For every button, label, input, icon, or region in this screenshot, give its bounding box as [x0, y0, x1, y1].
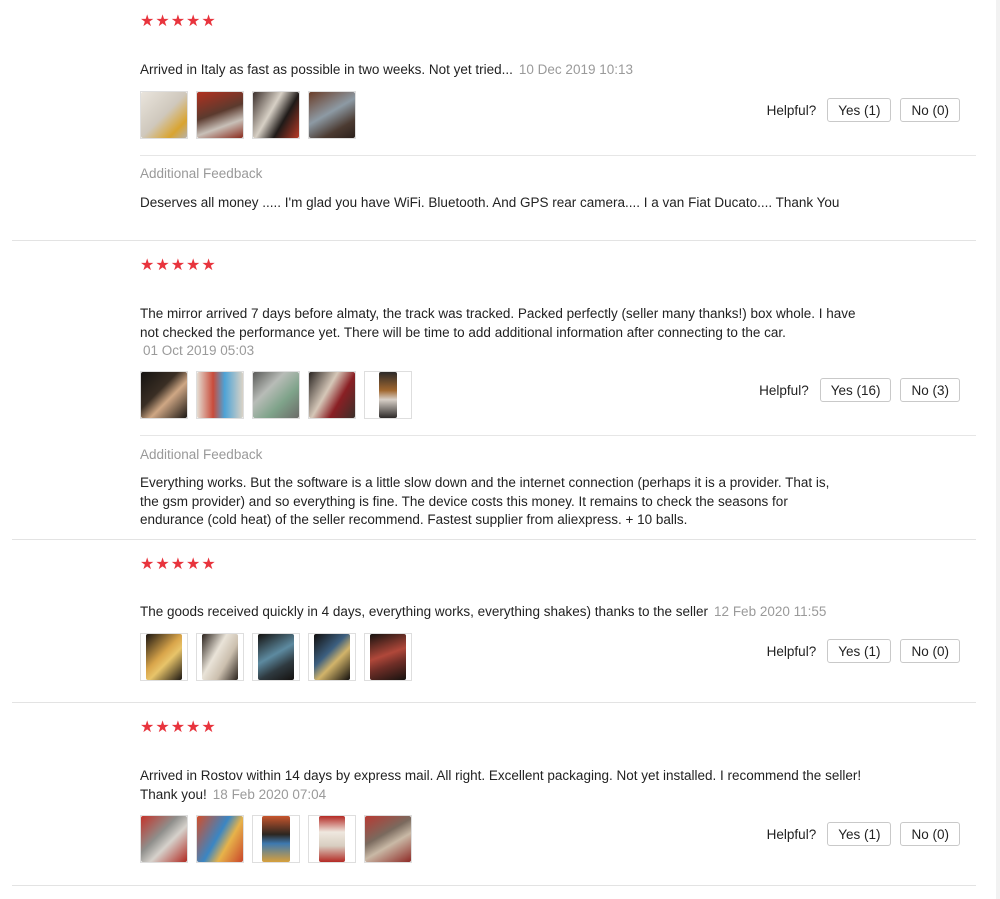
review-photo[interactable] [364, 371, 412, 419]
review-photo[interactable] [196, 633, 244, 681]
review-date: 12 Feb 2020 11:55 [714, 604, 827, 619]
review-photo[interactable] [364, 815, 412, 863]
photo-list [140, 371, 412, 419]
helpful-yes-button[interactable]: Yes (1) [827, 98, 892, 122]
helpful-label: Helpful? [766, 826, 817, 842]
review-photo[interactable] [252, 815, 300, 863]
review-text: The goods received quickly in 4 days, ev… [140, 603, 870, 622]
divider [140, 435, 976, 436]
review-date: 01 Oct 2019 05:03 [143, 343, 255, 358]
review-photo[interactable] [140, 815, 188, 863]
review-photo[interactable] [252, 633, 300, 681]
review-body: Arrived in Italy as fast as possible in … [140, 62, 513, 77]
review-text: Arrived in Italy as fast as possible in … [140, 61, 870, 80]
additional-feedback-text: Deserves all money ..... I'm glad you ha… [140, 195, 840, 210]
helpful-label: Helpful? [759, 382, 809, 398]
star-rating: ★★★★★ [140, 257, 217, 274]
helpful-yes-button[interactable]: Yes (1) [827, 822, 892, 846]
star-rating: ★★★★★ [140, 719, 217, 736]
review-body: The mirror arrived 7 days before almaty,… [140, 306, 856, 340]
photo-list [140, 633, 412, 681]
review-photo[interactable] [196, 371, 244, 419]
review-photo[interactable] [308, 815, 356, 863]
helpful-vote: Helpful? Yes (1) No (0) [767, 821, 960, 847]
review-divider [12, 885, 976, 886]
review-date: 10 Dec 2019 10:13 [518, 62, 633, 77]
review-divider [12, 240, 976, 241]
additional-feedback-text: Everything works. But the software is a … [140, 475, 830, 527]
divider [140, 155, 976, 156]
star-rating: ★★★★★ [140, 13, 217, 30]
helpful-yes-button[interactable]: Yes (16) [819, 378, 892, 402]
additional-feedback-title: Additional Feedback [140, 447, 263, 462]
review-photo[interactable] [140, 633, 188, 681]
helpful-yes-button[interactable]: Yes (1) [827, 639, 892, 663]
review-divider [12, 539, 976, 540]
review-photo[interactable] [196, 815, 244, 863]
review-photo[interactable] [364, 633, 412, 681]
review-photo[interactable] [140, 371, 188, 419]
helpful-no-button[interactable]: No (0) [900, 98, 960, 122]
photo-list [140, 91, 356, 139]
review-photo[interactable] [140, 91, 188, 139]
helpful-vote: Helpful? Yes (16) No (3) [759, 377, 960, 403]
review-text: Arrived in Rostov within 14 days by expr… [140, 767, 870, 804]
scrollbar[interactable] [996, 0, 1000, 899]
helpful-no-button[interactable]: No (3) [900, 378, 960, 402]
review-photo[interactable] [252, 371, 300, 419]
review-photo[interactable] [196, 91, 244, 139]
review-photo[interactable] [308, 91, 356, 139]
review-photo[interactable] [308, 371, 356, 419]
review-body: The goods received quickly in 4 days, ev… [140, 604, 709, 619]
helpful-vote: Helpful? Yes (1) No (0) [767, 97, 960, 123]
helpful-no-button[interactable]: No (0) [900, 822, 960, 846]
star-rating: ★★★★★ [140, 556, 217, 573]
review-text: The mirror arrived 7 days before almaty,… [140, 305, 870, 361]
helpful-label: Helpful? [766, 643, 817, 659]
review-date: 18 Feb 2020 07:04 [212, 786, 327, 802]
review-photo[interactable] [308, 633, 356, 681]
helpful-label: Helpful? [766, 102, 817, 118]
helpful-no-button[interactable]: No (0) [900, 639, 960, 663]
helpful-vote: Helpful? Yes (1) No (0) [767, 638, 960, 664]
review-divider [12, 702, 976, 703]
photo-list [140, 815, 412, 863]
additional-feedback-title: Additional Feedback [140, 166, 263, 181]
review-photo[interactable] [252, 91, 300, 139]
